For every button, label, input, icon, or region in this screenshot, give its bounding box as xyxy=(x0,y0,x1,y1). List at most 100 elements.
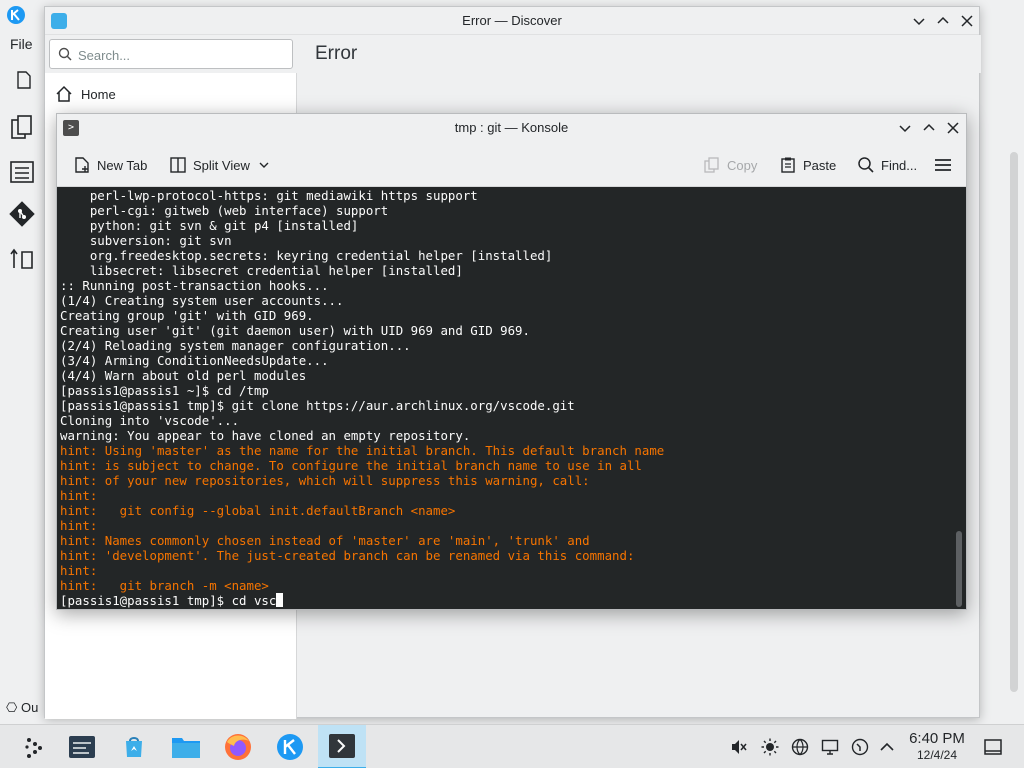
output-label: ⎔ Ou xyxy=(6,700,38,716)
maximize-icon[interactable] xyxy=(935,13,951,29)
kde-icon xyxy=(277,734,303,760)
terminal-prompt-line: [passis1@passis1 tmp]$ cd vsc xyxy=(60,593,277,608)
terminal-line: python: git svn & git p4 [installed] xyxy=(60,218,359,233)
terminal-line: Creating user 'git' (git daemon user) wi… xyxy=(60,323,530,338)
scrollbar[interactable] xyxy=(1008,152,1020,692)
split-view-label: Split View xyxy=(193,157,250,173)
volume-muted-icon[interactable] xyxy=(730,738,748,756)
terminal-hint-line: hint: of your new repositories, which wi… xyxy=(60,473,590,488)
close-icon[interactable] xyxy=(945,120,961,136)
clock[interactable]: 6:40 PM 12/4/24 xyxy=(900,730,974,763)
home-icon xyxy=(56,85,72,102)
taskbar-system-monitor[interactable] xyxy=(58,725,106,768)
discover-titlebar[interactable]: Error — Discover xyxy=(45,7,979,35)
chevron-up-icon[interactable] xyxy=(878,738,896,756)
list-icon[interactable] xyxy=(8,158,36,186)
scrollbar-thumb[interactable] xyxy=(956,531,962,607)
konsole-titlebar[interactable]: > tmp : git — Konsole xyxy=(57,114,966,142)
copy-button[interactable]: Copy xyxy=(703,154,757,176)
discover-icon xyxy=(126,737,142,757)
terminal-hint-line: hint: xyxy=(60,488,98,503)
terminal-hint-line: hint: xyxy=(60,563,98,578)
terminal-hint-line: hint: xyxy=(60,518,98,533)
close-icon[interactable] xyxy=(959,13,975,29)
paste-button[interactable]: Paste xyxy=(779,154,836,176)
terminal-line: perl-cgi: gitweb (web interface) support xyxy=(60,203,389,218)
terminal-line: Cloning into 'vscode'... xyxy=(60,413,240,428)
terminal-line: [passis1@passis1 tmp]$ git clone https:/… xyxy=(60,398,575,413)
maximize-icon[interactable] xyxy=(921,120,937,136)
hamburger-menu-button[interactable] xyxy=(934,154,958,176)
search-input[interactable] xyxy=(78,45,278,65)
terminal-view[interactable]: perl-lwp-protocol-https: git mediawiki h… xyxy=(57,187,966,609)
page-title: Error xyxy=(315,43,358,64)
paste-icon xyxy=(781,157,795,173)
terminal-hint-line: hint: is subject to change. To configure… xyxy=(60,458,642,473)
new-tab-button[interactable]: New Tab xyxy=(73,154,147,176)
file-manager-icon xyxy=(172,738,200,758)
output-icon: ⎔ xyxy=(6,700,18,715)
git-icon[interactable] xyxy=(8,200,36,228)
copy-document-icon[interactable] xyxy=(8,114,36,142)
paste-label: Paste xyxy=(803,157,837,173)
minimize-icon[interactable] xyxy=(911,13,927,29)
terminal-scrollbar[interactable] xyxy=(956,187,964,609)
search-field[interactable] xyxy=(49,39,293,69)
konsole-window-title: tmp : git — Konsole xyxy=(454,120,569,135)
split-view-icon xyxy=(170,157,186,173)
file-menu[interactable]: File xyxy=(10,36,33,52)
terminal-line: warning: You appear to have cloned an em… xyxy=(60,428,471,443)
terminal-line: (2/4) Reloading system manager configura… xyxy=(60,338,411,353)
updates-icon[interactable] xyxy=(851,738,869,756)
copy-icon xyxy=(704,157,719,173)
terminal-line: (4/4) Warn about old perl modules xyxy=(60,368,307,383)
brightness-icon[interactable] xyxy=(761,738,779,756)
search-icon xyxy=(858,157,874,173)
chevron-down-icon xyxy=(259,162,269,168)
taskbar-discover[interactable] xyxy=(110,725,158,768)
terminal-hint-line: hint: git config --global init.defaultBr… xyxy=(60,503,456,518)
terminal-line: (1/4) Creating system user accounts... xyxy=(60,293,344,308)
search-icon xyxy=(58,47,72,61)
terminal-line: libsecret: libsecret credential helper [… xyxy=(60,263,463,278)
output-text: Ou xyxy=(20,700,39,715)
taskbar-kde[interactable] xyxy=(266,725,314,768)
compare-icon[interactable] xyxy=(8,246,36,274)
find-label: Find... xyxy=(881,157,918,173)
hamburger-menu-icon xyxy=(935,159,951,171)
taskbar-file-manager[interactable] xyxy=(162,725,210,768)
taskbar-konsole[interactable] xyxy=(318,725,366,768)
copy-label: Copy xyxy=(727,157,758,173)
document-icon[interactable] xyxy=(14,70,34,90)
minimize-icon[interactable] xyxy=(897,120,913,136)
system-monitor-icon xyxy=(69,736,95,758)
clock-date: 12/4/24 xyxy=(916,748,958,762)
terminal-output: perl-lwp-protocol-https: git mediawiki h… xyxy=(60,188,664,608)
terminal-hint-line: hint: Names commonly chosen instead of '… xyxy=(60,533,590,548)
display-icon[interactable] xyxy=(821,738,839,756)
terminal-line: org.freedesktop.secrets: keyring credent… xyxy=(60,248,553,263)
terminal-hint-line: hint: 'development'. The just-created br… xyxy=(60,548,635,563)
kde-logo-icon[interactable] xyxy=(6,5,26,25)
terminal-cursor xyxy=(276,593,284,607)
right-strip xyxy=(980,0,1024,724)
terminal-line: Creating group 'git' with GID 969. xyxy=(60,308,314,323)
sidebar-item-label: Home xyxy=(81,86,116,102)
terminal-line: [passis1@passis1 ~]$ cd /tmp xyxy=(60,383,269,398)
konsole-window: > tmp : git — Konsole New Tab Split View… xyxy=(56,113,967,610)
terminal-line: (3/4) Arming ConditionNeedsUpdate... xyxy=(60,353,329,368)
network-icon[interactable] xyxy=(791,738,809,756)
terminal-hint-line: hint: Using 'master' as the name for the… xyxy=(60,443,665,458)
konsole-toolbar: New Tab Split View Copy Paste Find... xyxy=(57,142,966,187)
taskbar-firefox[interactable] xyxy=(214,725,262,768)
sidebar-item-home[interactable]: Home xyxy=(55,83,116,105)
terminal-line: perl-lwp-protocol-https: git mediawiki h… xyxy=(60,188,478,203)
new-tab-icon xyxy=(75,157,89,173)
split-view-button[interactable]: Split View xyxy=(169,154,276,176)
show-desktop-icon[interactable] xyxy=(983,737,1003,757)
application-launcher-button[interactable] xyxy=(10,725,58,768)
find-button[interactable]: Find... xyxy=(857,154,917,176)
konsole-icon xyxy=(329,734,355,758)
terminal-line: :: Running post-transaction hooks... xyxy=(60,278,329,293)
terminal-line: subversion: git svn xyxy=(60,233,232,248)
